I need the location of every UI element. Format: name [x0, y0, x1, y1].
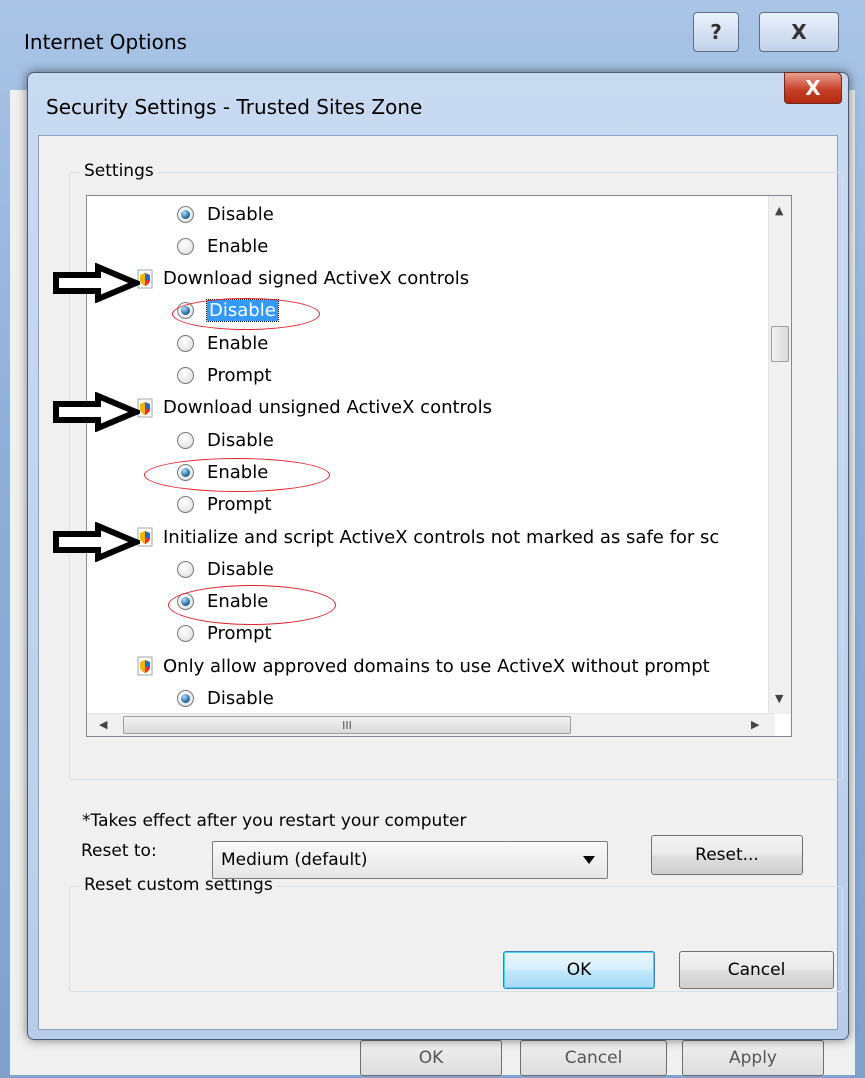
- internet-options-title: Internet Options: [24, 30, 187, 54]
- cancel-button[interactable]: Cancel: [679, 951, 834, 989]
- scroll-right-icon[interactable]: ▶: [751, 718, 759, 731]
- setting-option-label: Prompt: [207, 365, 272, 386]
- dialog-title: Security Settings - Trusted Sites Zone: [46, 95, 423, 119]
- setting-category-label: Only allow approved domains to use Activ…: [163, 655, 710, 677]
- cancel-button-label: Cancel: [727, 960, 786, 980]
- annotation-ellipse-1: [172, 298, 320, 330]
- chevron-down-icon: [583, 856, 595, 864]
- help-button[interactable]: ?: [693, 12, 739, 52]
- radio-button-icon[interactable]: [177, 205, 194, 223]
- settings-group-label: Settings: [80, 161, 158, 181]
- scroll-left-icon[interactable]: ◀: [99, 718, 107, 731]
- setting-option-prompt[interactable]: Prompt: [177, 489, 272, 521]
- setting-option-label: Disable: [207, 203, 274, 225]
- setting-option-label: Disable: [207, 429, 274, 451]
- setting-option-label: Enable: [207, 235, 269, 257]
- horizontal-scroll-thumb[interactable]: III: [123, 716, 571, 734]
- security-shield-icon: [137, 656, 153, 676]
- reset-to-value: Medium (default): [221, 850, 368, 870]
- radio-button-icon[interactable]: [177, 237, 194, 255]
- setting-category-header[interactable]: Only allow approved domains to use Activ…: [137, 650, 710, 682]
- setting-category-header[interactable]: Download signed ActiveX controls: [137, 263, 469, 295]
- ok-button-label: OK: [566, 960, 592, 980]
- radio-button-icon[interactable]: [177, 496, 194, 514]
- annotation-ellipse-2: [144, 458, 330, 492]
- setting-option-disable[interactable]: Disable: [177, 553, 274, 585]
- reset-button-label: Reset...: [695, 845, 759, 865]
- setting-category-header[interactable]: Initialize and script ActiveX controls n…: [137, 521, 719, 553]
- help-icon: ?: [710, 20, 722, 44]
- setting-option-enable[interactable]: Enable: [177, 327, 268, 359]
- parent-cancel-label: Cancel: [564, 1048, 623, 1068]
- setting-option-label: Prompt: [207, 623, 272, 645]
- reset-to-label: Reset to:: [81, 841, 157, 861]
- close-icon: X: [791, 20, 807, 44]
- setting-category-label: Download unsigned ActiveX controls: [163, 397, 492, 419]
- scroll-up-icon[interactable]: ▲: [775, 204, 783, 217]
- parent-apply-button[interactable]: Apply: [682, 1040, 824, 1076]
- annotation-arrow-1: [53, 263, 140, 303]
- setting-category-label: Initialize and script ActiveX controls n…: [163, 526, 720, 548]
- setting-category-label: Download signed ActiveX controls: [163, 268, 470, 290]
- dialog-close-button[interactable]: X: [784, 72, 842, 104]
- reset-to-dropdown[interactable]: Medium (default): [212, 841, 608, 879]
- parent-cancel-button[interactable]: Cancel: [520, 1040, 667, 1076]
- setting-option-label: Disable: [207, 688, 274, 709]
- restart-note: *Takes effect after you restart your com…: [82, 811, 467, 831]
- parent-ok-button[interactable]: OK: [360, 1040, 502, 1076]
- reset-button[interactable]: Reset...: [651, 835, 803, 875]
- radio-button-icon[interactable]: [177, 334, 194, 352]
- setting-category-header[interactable]: Download unsigned ActiveX controls: [137, 392, 492, 424]
- radio-button-icon[interactable]: [177, 625, 194, 643]
- security-settings-dialog: Security Settings - Trusted Sites Zone X…: [27, 72, 849, 1040]
- setting-option-disable[interactable]: Disable: [177, 683, 274, 715]
- parent-apply-label: Apply: [729, 1048, 777, 1068]
- annotation-arrow-3: [53, 522, 140, 562]
- setting-option-label: Prompt: [207, 494, 272, 516]
- setting-option-label: Enable: [207, 332, 269, 354]
- radio-button-icon[interactable]: [177, 431, 194, 449]
- vertical-scrollbar[interactable]: ▲ ▼: [768, 196, 791, 714]
- vertical-scroll-thumb[interactable]: [771, 326, 789, 362]
- ok-button[interactable]: OK: [503, 951, 655, 989]
- horizontal-scrollbar[interactable]: ◀ III ▶: [87, 713, 775, 736]
- radio-button-icon[interactable]: [177, 560, 194, 578]
- parent-close-button[interactable]: X: [759, 12, 839, 52]
- parent-ok-label: OK: [418, 1048, 444, 1068]
- radio-button-icon[interactable]: [177, 690, 194, 707]
- close-icon: X: [805, 76, 821, 100]
- annotation-arrow-2: [53, 392, 140, 432]
- setting-option-label: Disable: [207, 558, 274, 580]
- scroll-grip: III: [342, 718, 352, 732]
- setting-option-enable[interactable]: Enable: [177, 230, 268, 262]
- radio-button-icon[interactable]: [177, 367, 194, 384]
- scroll-down-icon[interactable]: ▼: [775, 692, 783, 705]
- annotation-ellipse-3: [168, 585, 336, 625]
- setting-option-prompt[interactable]: Prompt: [177, 360, 272, 392]
- setting-option-disable[interactable]: Disable: [177, 198, 274, 230]
- setting-option-disable[interactable]: Disable: [177, 424, 274, 456]
